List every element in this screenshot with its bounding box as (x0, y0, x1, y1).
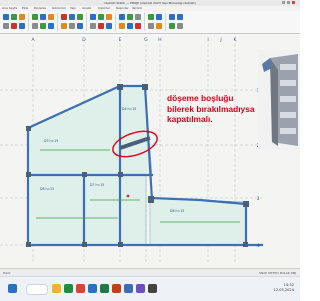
excel-icon[interactable] (100, 284, 109, 293)
open-icon[interactable] (177, 23, 183, 29)
render-icon[interactable] (156, 14, 162, 20)
column[interactable] (148, 196, 154, 203)
export-icon[interactable] (156, 23, 162, 29)
print-icon[interactable] (90, 23, 96, 29)
idecad-icon[interactable] (124, 284, 133, 293)
layer-icon[interactable] (77, 23, 83, 29)
file-explorer-icon[interactable] (52, 284, 61, 293)
slab-label: D4 h=15 (122, 107, 136, 111)
mail-icon[interactable] (76, 284, 85, 293)
check-icon[interactable] (77, 14, 83, 20)
axis-label: 3 (257, 196, 260, 202)
copy-icon[interactable] (127, 14, 133, 20)
ribbon-separator (165, 13, 166, 31)
close-button[interactable] (292, 1, 295, 4)
wall-icon[interactable] (3, 23, 9, 29)
opening-icon[interactable] (48, 14, 54, 20)
start-icon[interactable] (8, 284, 17, 293)
system-tray[interactable]: 14:32 12.03.2024 (273, 283, 294, 293)
column[interactable] (82, 242, 87, 247)
slab-label: D6 h=15 (40, 187, 54, 191)
slab-label: D3 h=15 (44, 139, 58, 143)
load-icon[interactable] (40, 23, 46, 29)
floor-icon[interactable] (119, 14, 125, 20)
column[interactable] (117, 84, 123, 90)
measure-icon[interactable] (98, 23, 104, 29)
save-icon[interactable] (169, 23, 175, 29)
zoom-icon[interactable] (90, 14, 96, 20)
analysis-icon[interactable] (61, 14, 67, 20)
library-icon[interactable] (148, 23, 154, 29)
marker-icon (126, 194, 130, 198)
column[interactable] (142, 84, 148, 90)
ribbon-separator (86, 13, 87, 31)
foundation-icon[interactable] (32, 14, 38, 20)
ribbon-toolbar (0, 11, 300, 34)
axis-label: E (119, 37, 122, 43)
column[interactable] (26, 242, 31, 247)
slab-label: D8 h=15 (170, 209, 184, 213)
drawing-canvas[interactable]: A D E G H I J K 1 2 3 4 D3 h=15 D4 h=15 … (0, 34, 300, 268)
column[interactable] (118, 172, 123, 177)
trim-icon[interactable] (135, 23, 141, 29)
slab-area[interactable] (149, 197, 247, 246)
axis-label: 4 (257, 243, 260, 249)
pan-icon[interactable] (98, 14, 104, 20)
axis-label: I (207, 37, 208, 43)
mirror-icon[interactable] (127, 23, 133, 29)
grid-icon[interactable] (106, 23, 112, 29)
select-icon[interactable] (3, 14, 9, 20)
search-box[interactable] (26, 284, 48, 295)
word-icon[interactable] (88, 284, 97, 293)
properties-icon[interactable] (148, 14, 154, 20)
annotation-text: döşeme boşluğu bilerek bırakılmadıysa ka… (167, 93, 255, 124)
axis-label: G (144, 37, 148, 43)
axis-label: D (82, 37, 86, 43)
beam-icon[interactable] (19, 14, 25, 20)
view3d-icon[interactable] (106, 14, 112, 20)
browser-icon[interactable] (64, 284, 73, 293)
3d-preview[interactable] (258, 50, 300, 150)
column[interactable] (118, 242, 123, 247)
axis-label: A (31, 37, 35, 43)
slab-area[interactable] (27, 85, 121, 176)
slab-area[interactable] (27, 174, 85, 246)
model-icon[interactable] (69, 14, 75, 20)
axis-icon[interactable] (32, 23, 38, 29)
ribbon-separator (57, 13, 58, 31)
column[interactable] (26, 172, 31, 177)
maximize-button[interactable] (287, 1, 290, 4)
delete-icon[interactable] (11, 23, 17, 29)
move-icon[interactable] (135, 14, 141, 20)
column[interactable] (26, 126, 31, 131)
ribbon-separator (115, 13, 116, 31)
column-icon[interactable] (11, 14, 17, 20)
column[interactable] (243, 242, 248, 247)
terminal-icon[interactable] (148, 284, 157, 293)
clock-date: 12.03.2024 (273, 288, 294, 292)
axis-label: K (234, 37, 238, 43)
report-icon[interactable] (61, 23, 67, 29)
redo-icon[interactable] (177, 14, 183, 20)
ribbon-separator (28, 13, 29, 31)
powerpoint-icon[interactable] (112, 284, 121, 293)
axis-label: J (219, 37, 221, 43)
ribbon-separator (144, 13, 145, 31)
settings-icon[interactable] (69, 23, 75, 29)
taskbar: 14:32 12.03.2024 (0, 276, 300, 301)
column[interactable] (243, 201, 249, 207)
axis-label: H (158, 37, 161, 43)
dimension-icon[interactable] (48, 23, 54, 29)
slab-icon[interactable] (19, 23, 25, 29)
rotate-icon[interactable] (119, 23, 125, 29)
teams-icon[interactable] (136, 284, 145, 293)
column[interactable] (82, 172, 87, 177)
undo-icon[interactable] (169, 14, 175, 20)
plan-drawing: A D E G H I J K 1 2 3 4 D3 h=15 D4 h=15 … (0, 37, 264, 262)
slab-label: D7 h=15 (90, 183, 104, 187)
stair-icon[interactable] (40, 14, 46, 20)
minimize-button[interactable] (282, 1, 285, 4)
